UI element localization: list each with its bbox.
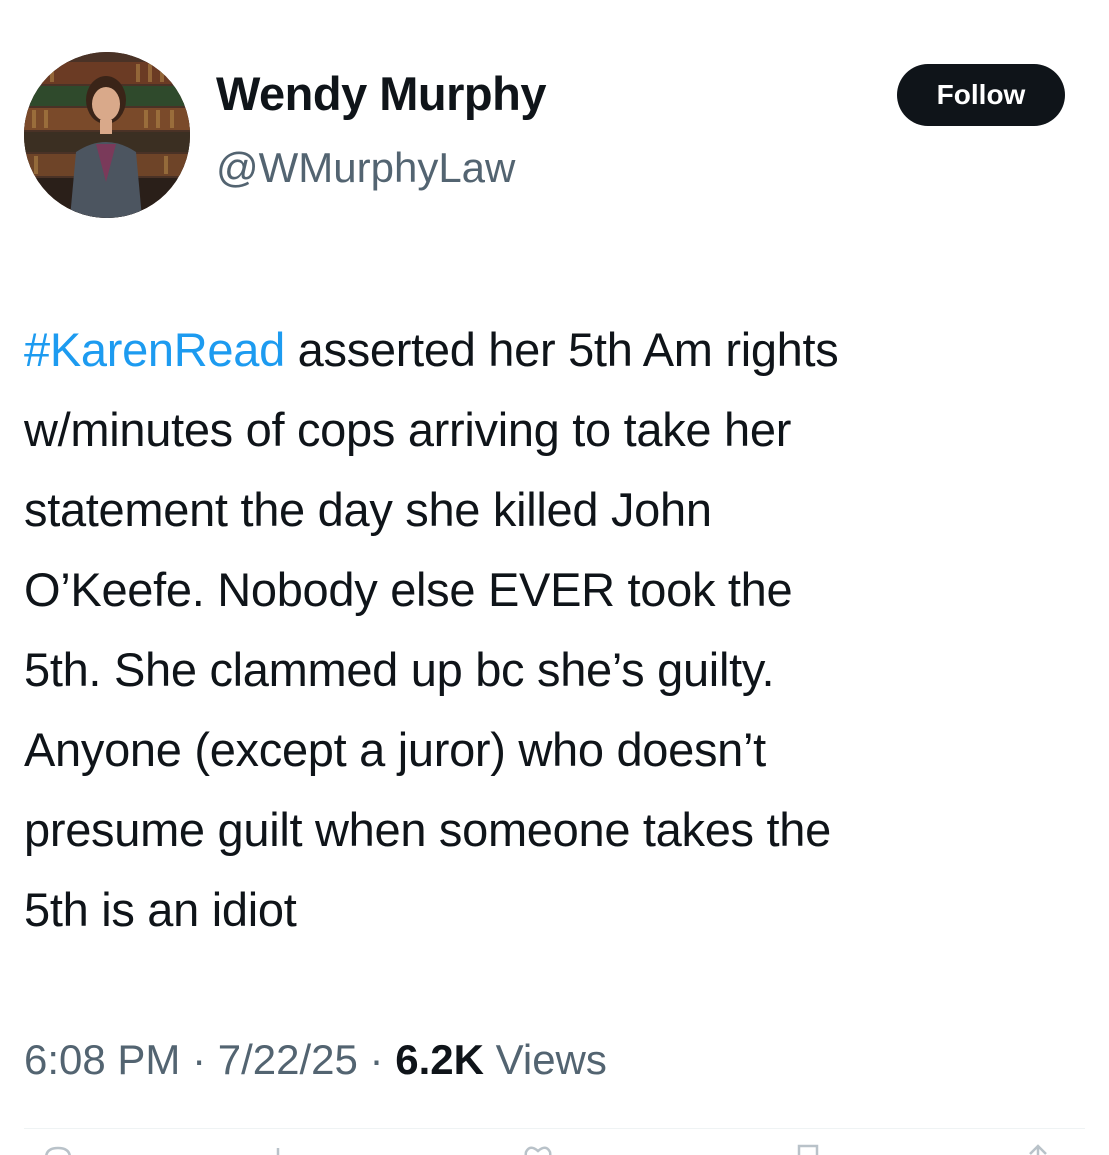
tweet-text-line: 5th is an idiot [24,883,297,936]
follow-button[interactable]: Follow [897,64,1065,126]
tweet-text-line: presume guilt when someone takes the [24,803,831,856]
views-count: 6.2K [395,1036,484,1083]
bookmark-icon[interactable] [790,1142,826,1155]
meta-separator: · [357,1036,396,1083]
hashtag-link[interactable]: #KarenRead [24,323,285,376]
meta-separator: · [180,1036,218,1083]
tweet-date[interactable]: 7/22/25 [218,1036,358,1083]
retweet-icon[interactable] [270,1142,306,1155]
author-display-name[interactable]: Wendy Murphy [216,64,546,124]
reply-icon[interactable] [40,1142,76,1155]
tweet-text-line: #KarenRead asserted her 5th Am rights [24,310,1089,390]
tweet-text-line: 5th. She clammed up bc she’s guilty. [24,643,775,696]
tweet-time[interactable]: 6:08 PM [24,1036,180,1083]
divider [24,1128,1085,1129]
tweet-meta: 6:08 PM · 7/22/25 · 6.2K Views [24,1030,607,1090]
action-bar [0,1140,1109,1155]
tweet-text-line: w/minutes of cops arriving to take her [24,403,792,456]
tweet-text-line: O’Keefe. Nobody else EVER took the [24,563,793,616]
tweet-text-line: Anyone (except a juror) who doesn’t [24,723,766,776]
views-label: Views [483,1036,607,1083]
profile-photo-icon [24,52,190,218]
author-handle[interactable]: @WMurphyLaw [216,140,515,196]
share-icon[interactable] [1020,1142,1056,1155]
like-icon[interactable] [520,1142,556,1155]
tweet-text: #KarenRead asserted her 5th Am rights w/… [24,310,1089,950]
author-avatar[interactable] [24,52,190,218]
tweet-card: Wendy Murphy @WMurphyLaw Follow #KarenRe… [0,0,1109,1155]
tweet-text-line: statement the day she killed John [24,483,712,536]
tweet-text-segment: asserted her 5th Am rights [284,323,839,376]
